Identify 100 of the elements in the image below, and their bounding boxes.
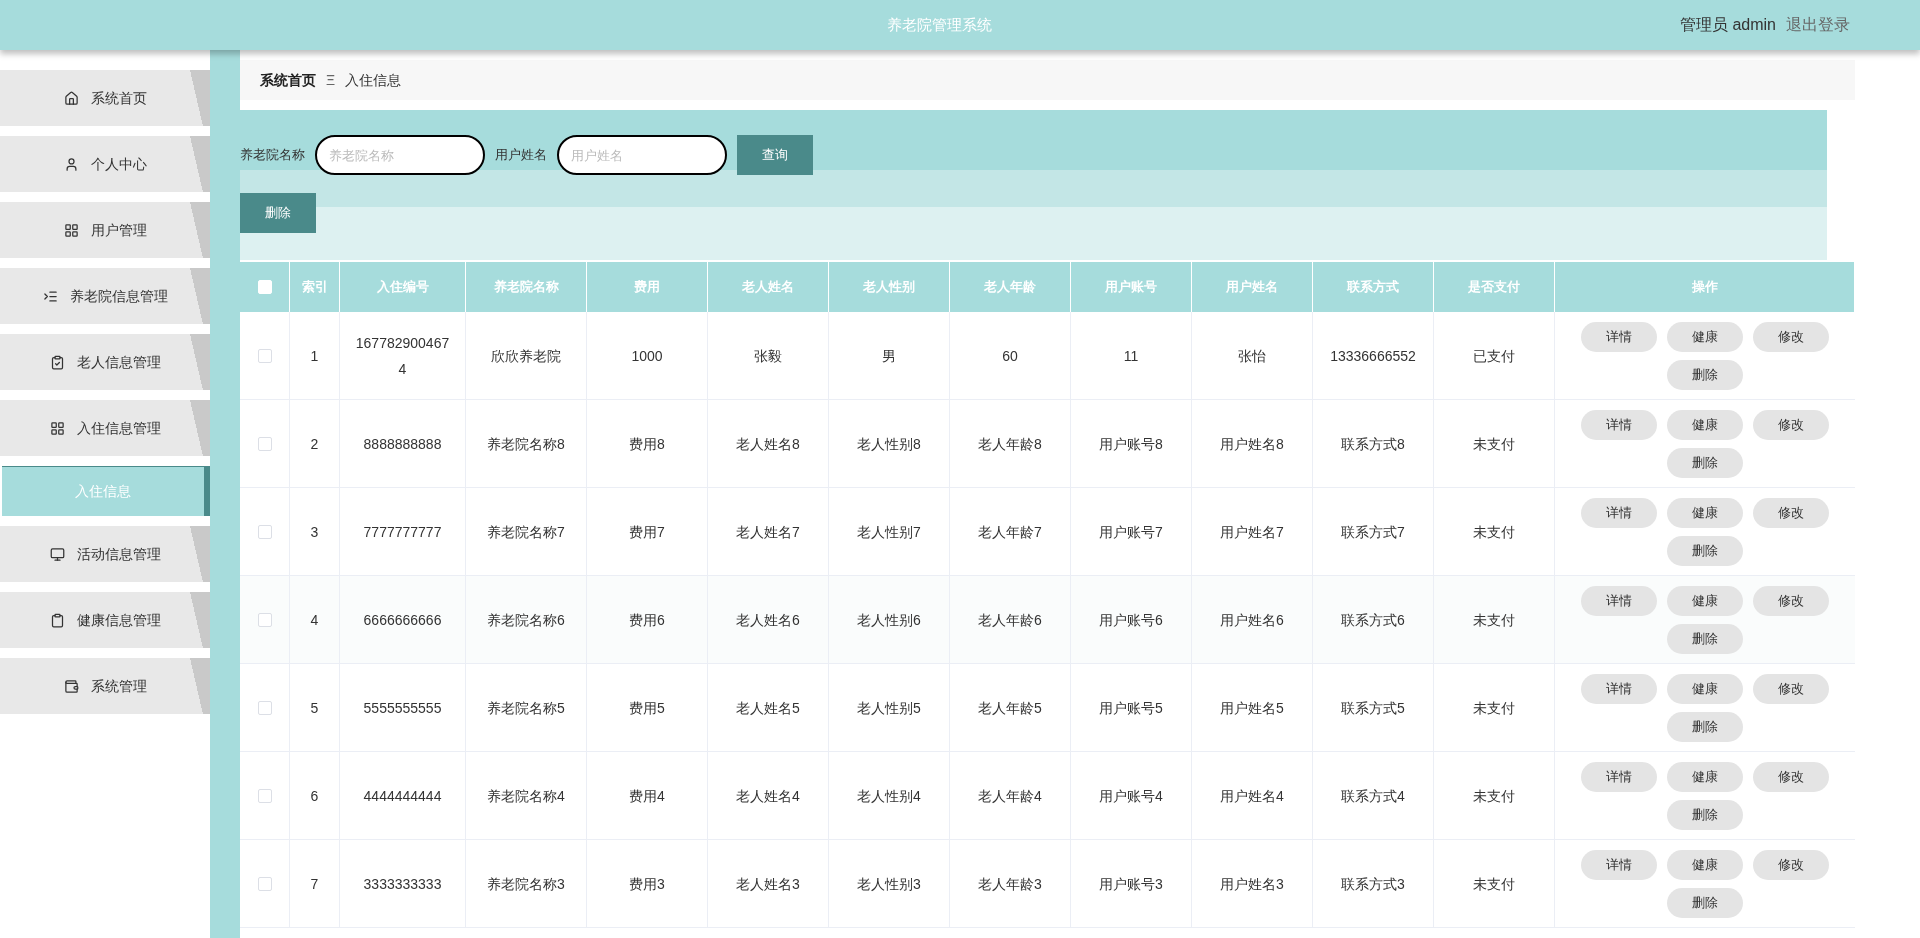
app-title: 养老院管理系统	[887, 14, 993, 35]
clipboard-check-icon	[49, 354, 65, 370]
sidebar-item[interactable]: 个人中心	[0, 136, 210, 192]
table-cell-text: 养老院名称6	[487, 610, 565, 630]
table-cell-text: 3	[310, 522, 319, 542]
row-action-button[interactable]: 修改	[1753, 410, 1829, 440]
table-cell-text: 13336666552	[1330, 346, 1416, 366]
search-field[interactable]: 养老院名称	[315, 135, 485, 175]
table-cell-text: 用户账号7	[1099, 522, 1163, 542]
table-cell-text: 1	[310, 346, 319, 366]
breadcrumb-home[interactable]: 系统首页	[260, 69, 316, 91]
row-action-button[interactable]: 删除	[1667, 624, 1743, 654]
table-cell-text: 费用4	[629, 786, 665, 806]
search-button[interactable]: 查询	[737, 135, 813, 175]
table-cell-text: 老人年龄5	[978, 698, 1042, 718]
sidebar-item[interactable]: 活动信息管理	[0, 526, 210, 582]
admin-label: 管理员 admin	[1679, 15, 1776, 35]
table-cell-text: 7	[310, 874, 319, 894]
row-action-button[interactable]: 删除	[1667, 536, 1743, 566]
row-action-button[interactable]: 修改	[1753, 498, 1829, 528]
clipboard-icon	[49, 612, 65, 628]
table-cell-text: 用户姓名3	[1220, 874, 1284, 894]
row-action-button[interactable]: 健康	[1667, 850, 1743, 880]
sidebar-item[interactable]: 养老院信息管理	[0, 268, 210, 324]
row-action-button[interactable]: 健康	[1667, 674, 1743, 704]
row-action-button[interactable]: 健康	[1667, 410, 1743, 440]
sidebar-item[interactable]: 老人信息管理	[0, 334, 210, 390]
table-cell-text: 用户姓名7	[1220, 522, 1284, 542]
checkbox[interactable]	[257, 524, 272, 539]
row-action-button[interactable]: 详情	[1581, 410, 1657, 440]
row-action-button[interactable]: 详情	[1581, 498, 1657, 528]
table-cell-text: 用户姓名8	[1220, 434, 1284, 454]
table-cell-text: 养老院名称7	[487, 522, 565, 542]
row-action-button[interactable]: 详情	[1581, 586, 1657, 616]
table-cell-text: 老人年龄8	[978, 434, 1042, 454]
row-action-button[interactable]: 修改	[1753, 850, 1829, 880]
list-icon	[42, 288, 58, 304]
row-action-button[interactable]: 删除	[1667, 360, 1743, 390]
table-cell-text: 7777777777	[363, 522, 442, 542]
row-action-button[interactable]: 详情	[1581, 322, 1657, 352]
table-cell-text: 4444444444	[363, 786, 442, 806]
table-cell-text: 未支付	[1473, 434, 1515, 454]
row-action-button[interactable]: 详情	[1581, 850, 1657, 880]
table-cell-text: 养老院名称4	[487, 786, 565, 806]
table-cell-text: 3333333333	[363, 874, 442, 894]
grid-icon	[49, 420, 65, 436]
table-cell-text: 老人姓名6	[736, 610, 800, 630]
row-action-button[interactable]: 健康	[1667, 498, 1743, 528]
table-cell-text: 已支付	[1473, 346, 1515, 366]
checkbox[interactable]	[257, 612, 272, 627]
row-action-button[interactable]: 修改	[1753, 322, 1829, 352]
row-action-button[interactable]: 健康	[1667, 322, 1743, 352]
row-action-button[interactable]: 删除	[1667, 712, 1743, 742]
row-action-button[interactable]: 详情	[1581, 762, 1657, 792]
table-cell-text: 联系方式3	[1341, 874, 1405, 894]
checkbox[interactable]	[257, 876, 272, 891]
table-cell-text: 用户账号4	[1099, 786, 1163, 806]
table-cell-text: 6666666666	[363, 610, 442, 630]
row-action-button[interactable]: 修改	[1753, 762, 1829, 792]
row-action-button[interactable]: 修改	[1753, 674, 1829, 704]
table-cell-text: 60	[1002, 346, 1018, 366]
table-cell-text: 老人姓名7	[736, 522, 800, 542]
row-action-button[interactable]: 健康	[1667, 762, 1743, 792]
sidebar-item[interactable]: 健康信息管理	[0, 592, 210, 648]
checkbox[interactable]	[257, 700, 272, 715]
table-cell-text: 1000	[631, 346, 663, 366]
table-cell-text: 老人年龄3	[978, 874, 1042, 894]
table-cell-text: 未支付	[1473, 610, 1515, 630]
row-action-button[interactable]: 健康	[1667, 586, 1743, 616]
table-cell-text: 费用7	[629, 522, 665, 542]
table-cell-text: 用户账号3	[1099, 874, 1163, 894]
checkbox[interactable]	[257, 348, 272, 363]
search-field[interactable]: 用户姓名	[557, 135, 727, 175]
row-action-button[interactable]: 删除	[1667, 800, 1743, 830]
table-cell-text: 用户姓名4	[1220, 786, 1284, 806]
checkbox[interactable]	[257, 436, 272, 451]
checkbox[interactable]	[257, 788, 272, 803]
table-cell-text: 老人姓名4	[736, 786, 800, 806]
table-cell-text: 11	[1123, 346, 1139, 366]
table-cell-text: 费用5	[629, 698, 665, 718]
row-action-button[interactable]: 修改	[1753, 586, 1829, 616]
table-cell-text: 老人性别7	[857, 522, 921, 542]
sidebar-item[interactable]: 系统首页	[0, 70, 210, 126]
row-action-button[interactable]: 删除	[1667, 448, 1743, 478]
table-cell-text: 联系方式6	[1341, 610, 1405, 630]
table-cell-text: 费用3	[629, 874, 665, 894]
table-cell-text: 未支付	[1473, 786, 1515, 806]
row-action-button[interactable]: 详情	[1581, 674, 1657, 704]
table-cell-text: 未支付	[1473, 522, 1515, 542]
sidebar-item[interactable]: 用户管理	[0, 202, 210, 258]
sidebar-item[interactable]: 系统管理	[0, 658, 210, 714]
wallet-icon	[63, 678, 79, 694]
row-action-button[interactable]: 删除	[1667, 888, 1743, 918]
table-cell-text: 4	[310, 610, 319, 630]
sidebar-item[interactable]: 入住信息管理	[0, 400, 210, 456]
logout-link[interactable]: 退出登录	[1786, 13, 1850, 37]
table-cell-text: 老人性别6	[857, 610, 921, 630]
delete-button[interactable]: 删除	[240, 193, 316, 233]
table-cell-text: 联系方式8	[1341, 434, 1405, 454]
breadcrumb-current: 入住信息	[345, 70, 402, 90]
